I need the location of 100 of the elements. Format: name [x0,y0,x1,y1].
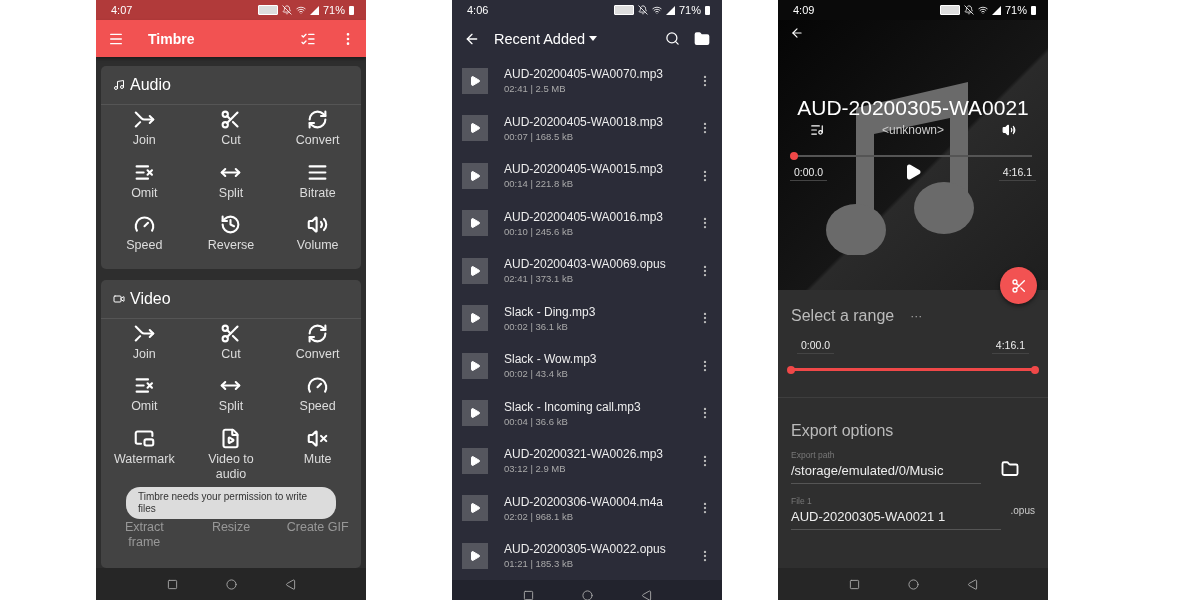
play-thumbnail[interactable] [462,305,488,332]
tool-item[interactable]: Speed [101,212,188,265]
file-info: 00:02 | 43.4 kB [504,368,569,380]
video-file-icon [220,427,242,449]
more-options[interactable]: ··· [910,309,923,323]
recents-icon[interactable] [166,578,178,590]
file-name[interactable]: AUD-20200405-WA0016.mp3 [504,209,682,224]
play-icon [469,217,481,230]
list-remove-icon [133,375,155,396]
play-icon [904,163,922,181]
recents-icon[interactable] [522,590,534,600]
file-name[interactable]: Slack - Incoming call.mp3 [504,399,682,414]
back-icon[interactable] [966,578,978,590]
artist-name: <unknown> [881,123,945,137]
volte-icon [939,5,960,15]
home-icon[interactable] [581,590,593,600]
file-info: 00:04 | 36.6 kB [504,415,569,427]
card-title: Audio [130,76,171,94]
tool-item[interactable]: Join [101,107,188,160]
refresh-icon [307,109,329,130]
home-icon[interactable] [907,578,919,590]
battery-icon [705,5,710,15]
tool-item[interactable]: Convert [274,320,361,373]
folder-button[interactable] [1001,460,1019,478]
scissors-icon [1010,277,1027,294]
file-name[interactable]: AUD-20200405-WA0070.mp3 [504,67,682,82]
file-extension: .opus [1010,505,1035,516]
file-name[interactable]: Slack - Wow.mp3 [504,352,682,367]
play-icon [469,549,481,562]
file-name[interactable]: AUD-20200405-WA0018.mp3 [504,114,682,129]
file-name[interactable]: AUD-20200306-WA0004.m4a [504,494,682,509]
section-title: Export options [791,422,894,440]
tool-item[interactable]: Join [101,320,188,373]
play-thumbnail[interactable] [462,67,488,94]
play-thumbnail[interactable] [462,542,488,569]
tool-item[interactable]: Bitrate [274,159,361,212]
play-thumbnail[interactable] [462,352,488,379]
recents-icon[interactable] [848,578,860,590]
file-name[interactable]: AUD-20200405-WA0015.mp3 [504,162,682,177]
tool-item[interactable]: Volume [274,212,361,265]
range-thumb[interactable] [1031,365,1039,374]
gauge-icon [307,375,329,396]
battery-percent: 71% [678,4,701,16]
play-icon [469,454,481,467]
play-button[interactable] [904,163,922,181]
tool-item[interactable]: Convert [274,107,361,160]
tool-item[interactable]: Speed [274,373,361,426]
tool-item[interactable]: Omit [101,159,188,212]
play-thumbnail[interactable] [462,495,488,522]
scissors-icon [220,109,242,130]
file-info: 00:14 | 221.8 kB [504,178,575,190]
app-title: Timbre [148,30,196,47]
card-title: Video [130,289,171,308]
play-thumbnail[interactable] [462,210,488,237]
play-thumbnail[interactable] [462,115,488,142]
wifi-icon [295,5,306,15]
range-thumb[interactable] [787,365,795,374]
play-thumbnail[interactable] [462,447,488,474]
play-icon [469,407,481,420]
home-icon[interactable] [225,578,237,590]
video-camera-icon [113,292,125,305]
file-info: 00:07 | 168.5 kB [504,130,575,142]
playlist-icon[interactable] [810,123,824,137]
file-info: 02:41 | 373.1 kB [504,273,575,285]
file-name-field[interactable]: File 1 AUD-20200305-WA0021 1 [791,496,1001,530]
play-thumbnail[interactable] [462,257,488,284]
tool-item[interactable]: Split [187,159,275,212]
permission-toast: Timbre needs your permission to write files [126,487,336,519]
history-icon [220,214,242,235]
play-thumbnail[interactable] [462,162,488,189]
file-name[interactable]: AUD-20200403-WA0069.opus [504,257,682,272]
back-arrow-icon[interactable] [790,26,804,40]
caret-icon [589,36,598,41]
export-path-field[interactable]: Export path /storage/emulated/0/Music [791,450,981,484]
search-icon[interactable] [665,31,680,46]
tool-item[interactable]: Reverse [187,212,275,265]
file-name[interactable]: AUD-20200321-WA0026.mp3 [504,447,682,462]
range-start-time: 0:00.0 [797,337,835,354]
back-icon[interactable] [284,578,296,590]
tool-item[interactable]: Split [187,373,275,426]
play-icon [469,502,481,515]
tool-item[interactable]: Cut [187,107,275,160]
range-end-time: 4:16.1 [991,337,1029,354]
volume-icon[interactable] [1002,123,1016,137]
volte-icon [613,5,634,15]
battery-percent: 71% [322,4,345,16]
seek-thumb[interactable] [790,152,798,160]
tool-item[interactable]: Cut [187,320,275,373]
tool-item[interactable]: Omit [101,373,188,426]
gauge-icon [133,214,155,235]
signal-icon [991,5,1001,15]
back-icon[interactable] [640,590,652,600]
music-note-icon [113,79,125,91]
folder-icon[interactable] [694,30,710,47]
play-icon [469,122,481,135]
section-title: Select a range [791,307,895,325]
file-name[interactable]: AUD-20200305-WA0022.opus [504,542,682,557]
file-name[interactable]: Slack - Ding.mp3 [504,304,682,319]
sort-dropdown[interactable]: Recent Added [494,30,651,47]
play-thumbnail[interactable] [462,400,488,427]
